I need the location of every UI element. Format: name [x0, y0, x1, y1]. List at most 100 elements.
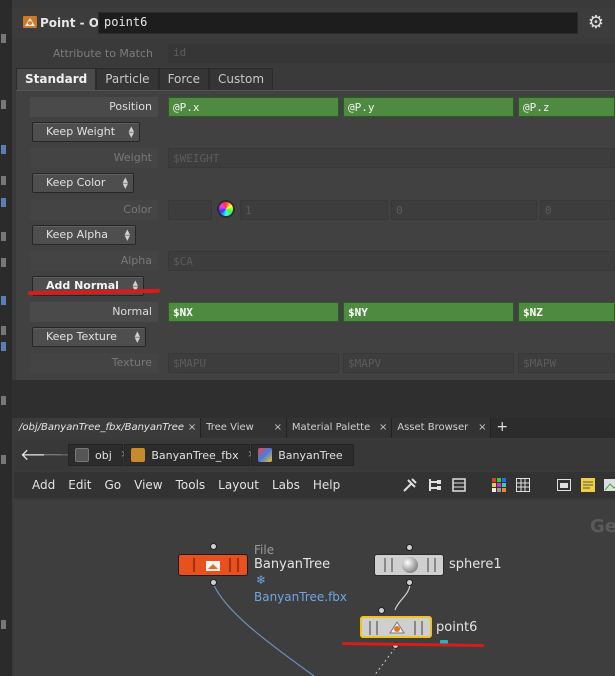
color-wheel-icon[interactable] [217, 200, 235, 218]
point-sop-icon [23, 16, 37, 28]
breadcrumb-label: BanyanTree_fbx [151, 448, 239, 462]
close-icon[interactable]: × [474, 418, 490, 438]
chevron-updown-icon: ▲▼ [122, 176, 128, 190]
node-stripe [369, 621, 371, 635]
file-node-tile[interactable] [178, 554, 248, 576]
sphere-node-name[interactable]: sphere1 [449, 557, 502, 572]
tab-material-palette[interactable]: Material Palette × [286, 418, 393, 438]
tab-force[interactable]: Force [158, 68, 210, 90]
geometry-object-icon [258, 448, 273, 462]
tab-tree-view[interactable]: Tree View × [201, 418, 287, 438]
point-node-tile[interactable] [360, 616, 432, 638]
position-y-field[interactable]: @P.y [343, 97, 514, 117]
attribute-to-match-field[interactable]: id [168, 44, 615, 63]
breadcrumb-obj[interactable]: obj [68, 444, 123, 466]
strip-marker [1, 145, 9, 154]
tree-layout-icon[interactable] [427, 477, 443, 493]
menu-help[interactable]: Help [307, 478, 346, 492]
breadcrumb-banyantree[interactable]: BanyanTree [251, 444, 354, 466]
texture-v-field[interactable]: $MAPV [343, 353, 514, 373]
strip-marker [1, 100, 9, 109]
color-b-field[interactable]: 0 [540, 200, 615, 220]
tab-label: Tree View [206, 422, 254, 433]
position-z-field[interactable]: @P.z [518, 97, 615, 117]
tab-network-path[interactable]: /obj/BanyanTree_fbx/BanyanTree × [14, 418, 202, 438]
breadcrumb-label: BanyanTree [278, 448, 343, 462]
input-connector[interactable] [210, 543, 217, 550]
sphere-node-tile[interactable] [374, 554, 444, 576]
menu-layout[interactable]: Layout [212, 478, 265, 492]
normal-z-field[interactable]: $NZ [518, 302, 615, 322]
network-box-icon[interactable] [556, 477, 572, 493]
texture-label: Texture [30, 353, 158, 373]
menu-add[interactable]: Add [26, 478, 61, 492]
alpha-field[interactable]: $CA [168, 251, 615, 271]
tab-particle[interactable]: Particle [96, 68, 159, 90]
output-connector[interactable] [210, 579, 217, 586]
wrench-icon[interactable] [402, 477, 418, 493]
sticky-note-icon[interactable] [580, 477, 596, 493]
output-connector[interactable] [406, 579, 413, 586]
node-stripe [434, 558, 436, 572]
grid-icon[interactable] [515, 477, 531, 493]
keep-texture-menu[interactable]: Keep Texture ▲ ▼ [32, 327, 146, 347]
input-connector[interactable] [406, 544, 413, 551]
color-palette-icon[interactable] [491, 477, 507, 493]
close-icon[interactable]: × [184, 418, 200, 438]
node-stripe [229, 558, 231, 572]
tab-standard[interactable]: Standard [16, 68, 97, 90]
strip-marker [1, 34, 9, 43]
network-wires [212, 582, 411, 676]
breadcrumb-label: obj [95, 448, 112, 462]
folder-icon [75, 448, 89, 462]
breadcrumb-fbx[interactable]: BanyanTree_fbx [124, 444, 250, 466]
keep-weight-menu[interactable]: Keep Weight ▲ ▼ [32, 122, 140, 142]
file-node-name[interactable]: BanyanTree [254, 557, 330, 572]
pane-splitter[interactable] [12, 380, 615, 418]
menu-edit[interactable]: Edit [62, 478, 97, 492]
color-swatch[interactable] [168, 200, 212, 220]
close-icon[interactable]: × [375, 418, 391, 438]
strip-marker [1, 326, 9, 335]
node-stripe [421, 621, 423, 635]
file-node-path[interactable]: BanyanTree.fbx [254, 590, 347, 604]
strip-marker [1, 176, 9, 185]
texture-w-field[interactable]: $MAPW [518, 353, 615, 373]
node-stripe [384, 558, 386, 572]
left-strip [0, 0, 12, 676]
node-stripe [414, 621, 416, 635]
strip-marker [1, 198, 9, 207]
image-icon[interactable] [603, 477, 615, 493]
texture-u-field[interactable]: $MAPU [168, 353, 339, 373]
color-g-field[interactable]: 0 [391, 200, 537, 220]
weight-field[interactable]: $WEIGHT [168, 148, 615, 168]
chevron-updown-icon: ▲▼ [134, 330, 140, 344]
menu-labs[interactable]: Labs [266, 478, 306, 492]
breadcrumb: obj › BanyanTree_fbx › BanyanTree [68, 444, 354, 466]
node-name-field[interactable]: point6 [98, 12, 578, 34]
menu-view[interactable]: View [128, 478, 168, 492]
tab-custom[interactable]: Custom [209, 68, 274, 90]
tab-asset-browser[interactable]: Asset Browser × [392, 418, 492, 438]
menu-go[interactable]: Go [98, 478, 127, 492]
keep-alpha-menu[interactable]: Keep Alpha ▲ ▼ [32, 225, 136, 245]
keep-color-menu[interactable]: Keep Color ▲ ▼ [32, 173, 134, 193]
normal-x-field[interactable]: $NX [168, 302, 339, 322]
chevron-updown-icon: ▲▼ [128, 125, 134, 139]
tab-label: Material Palette [291, 422, 371, 433]
add-pane-tab-button[interactable]: + [491, 418, 513, 438]
close-icon[interactable]: × [270, 418, 286, 438]
color-r-field[interactable]: 1 [240, 200, 388, 220]
normal-y-field[interactable]: $NY [343, 302, 514, 322]
node-stripe [427, 558, 429, 572]
snowflake-icon: ❄ [256, 573, 267, 587]
point-node-name[interactable]: point6 [436, 620, 477, 635]
list-view-icon[interactable] [451, 477, 467, 493]
input-connector[interactable] [378, 607, 385, 614]
strip-marker [1, 620, 9, 629]
position-x-field[interactable]: @P.x [168, 97, 339, 117]
node-stripe [391, 558, 393, 572]
strip-marker [1, 258, 9, 267]
menu-tools[interactable]: Tools [170, 478, 212, 492]
gear-icon[interactable]: ⚙ [584, 12, 608, 34]
